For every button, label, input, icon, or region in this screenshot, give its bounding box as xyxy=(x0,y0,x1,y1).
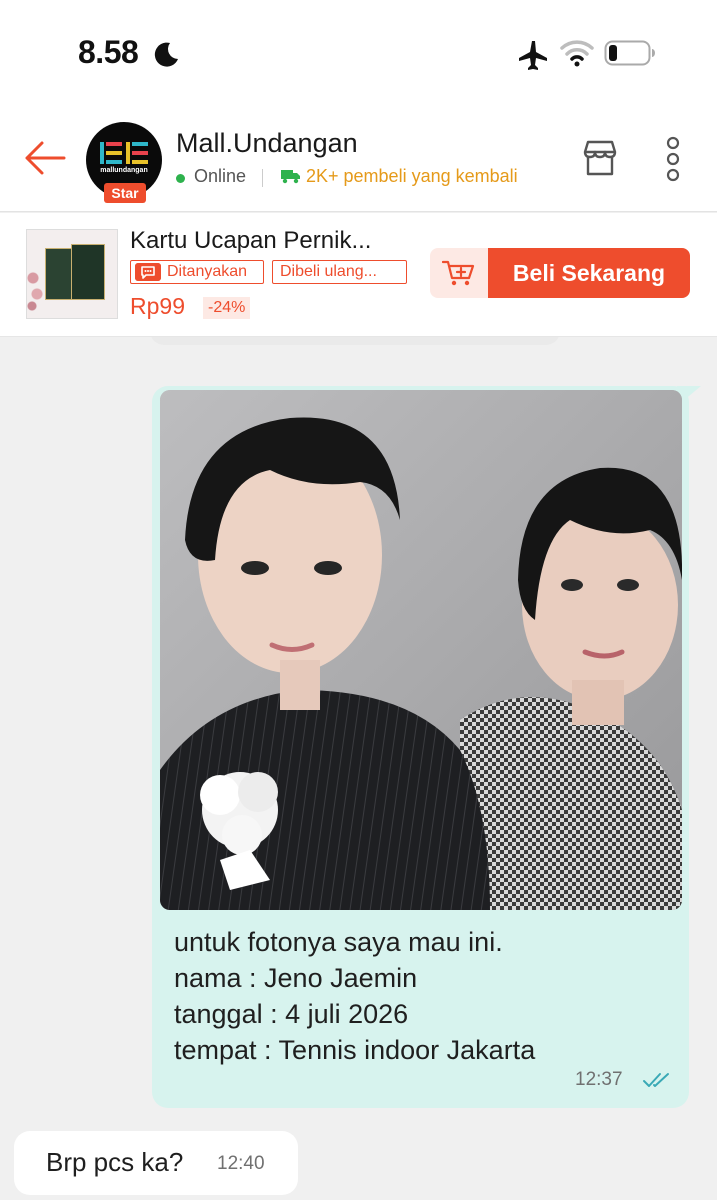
read-receipt-icon xyxy=(643,1073,669,1087)
asked-tag: Ditanyakan xyxy=(130,260,264,284)
header-divider xyxy=(262,169,263,187)
product-price: Rp99 xyxy=(130,293,185,319)
avatar-shop-text: mallundangan xyxy=(100,167,148,174)
attached-photo[interactable] xyxy=(160,390,682,910)
shop-icon[interactable] xyxy=(580,138,620,178)
chat-bubble-icon xyxy=(135,263,161,281)
product-thumbnail[interactable] xyxy=(26,229,118,319)
sent-message-bubble[interactable]: untuk fotonya saya mau ini. nama : Jeno … xyxy=(152,386,701,1108)
moon-icon xyxy=(154,42,178,67)
buy-now-button[interactable]: Beli Sekarang xyxy=(488,248,690,298)
received-message-bubble[interactable]: Brp pcs ka? 12:40 xyxy=(14,1131,298,1195)
airplane-icon xyxy=(519,41,547,70)
shop-avatar[interactable]: mallundangan Star xyxy=(86,122,162,203)
product-bar[interactable]: Kartu Ucapan Pernik... Ditanyakan Dibeli… xyxy=(0,213,717,337)
add-to-cart-icon xyxy=(442,260,475,286)
shop-name[interactable]: Mall.Undangan xyxy=(176,128,358,159)
product-title[interactable]: Kartu Ucapan Pernik... xyxy=(130,227,371,255)
back-arrow-icon[interactable] xyxy=(22,138,68,178)
star-badge: Star xyxy=(104,183,146,203)
status-time: 8.58 xyxy=(78,34,139,70)
message-line: tempat : Tennis indoor Jakarta xyxy=(174,1035,536,1065)
chat-area[interactable]: untuk fotonya saya mau ini. nama : Jeno … xyxy=(0,337,717,1200)
add-to-cart-button[interactable] xyxy=(430,248,488,298)
asked-tag-label: Ditanyakan xyxy=(167,263,248,280)
chat-header: mallundangan Star Mall.Undangan Online 2… xyxy=(0,108,717,212)
previous-message-fragment xyxy=(150,337,560,345)
photo-illustration xyxy=(160,390,682,910)
more-vertical-icon[interactable] xyxy=(664,136,682,182)
online-status-text: Online xyxy=(194,166,247,186)
rebought-tag-label: Dibeli ulang... xyxy=(280,263,377,280)
thumbnail-card xyxy=(71,244,105,300)
received-message-time: 12:40 xyxy=(217,1153,265,1174)
status-bar: 8.58 xyxy=(0,0,717,108)
sent-message-text: untuk fotonya saya mau ini. nama : Jeno … xyxy=(174,924,535,1068)
thumbnail-flowers xyxy=(27,270,45,314)
shop-logo-icon xyxy=(100,142,148,164)
message-line: tanggal : 4 juli 2026 xyxy=(174,999,409,1029)
rebought-tag: Dibeli ulang... xyxy=(272,260,407,284)
wifi-icon xyxy=(560,40,594,67)
message-line: untuk fotonya saya mau ini. xyxy=(174,927,503,957)
truck-icon xyxy=(281,170,300,184)
received-message-text: Brp pcs ka? xyxy=(46,1147,184,1177)
message-line: nama : Jeno Jaemin xyxy=(174,963,418,993)
battery-icon xyxy=(604,40,655,66)
sent-message-time: 12:37 xyxy=(575,1069,623,1090)
online-status-dot xyxy=(176,174,185,183)
returning-buyers-text: 2K+ pembeli yang kembali xyxy=(306,166,518,186)
discount-badge: -24% xyxy=(203,297,251,319)
